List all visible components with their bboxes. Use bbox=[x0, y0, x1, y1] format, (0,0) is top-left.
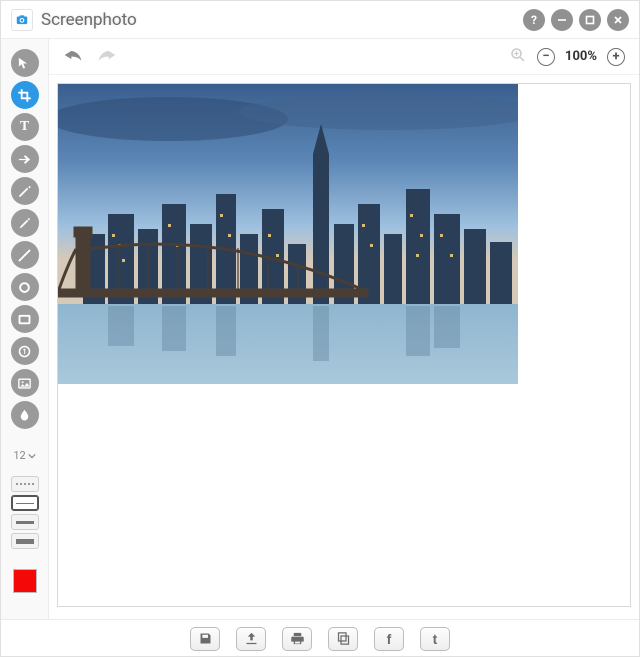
print-button[interactable] bbox=[282, 627, 312, 651]
zoom-controls: − 100% + bbox=[509, 46, 625, 68]
save-button[interactable] bbox=[190, 627, 220, 651]
twitter-share-button[interactable]: t bbox=[420, 627, 450, 651]
stroke-medium[interactable] bbox=[11, 514, 39, 530]
rectangle-tool[interactable] bbox=[11, 305, 39, 333]
stroke-thick[interactable] bbox=[11, 533, 39, 549]
zoom-in-button[interactable]: + bbox=[607, 48, 625, 66]
image-tool[interactable] bbox=[11, 369, 39, 397]
close-button[interactable] bbox=[607, 9, 629, 31]
undo-button[interactable] bbox=[63, 46, 83, 67]
crop-tool[interactable] bbox=[11, 81, 39, 109]
size-select[interactable]: 12 bbox=[13, 449, 35, 462]
screenshot-image bbox=[58, 84, 518, 384]
number-stamp-tool[interactable]: 1 bbox=[11, 337, 39, 365]
pencil-tool[interactable] bbox=[11, 177, 39, 205]
titlebar: Screenphoto ? bbox=[1, 1, 639, 39]
tool-sidebar: T 1 12 bbox=[1, 39, 49, 619]
maximize-button[interactable] bbox=[579, 9, 601, 31]
pointer-tool[interactable] bbox=[11, 49, 39, 77]
top-toolbar: − 100% + bbox=[49, 39, 639, 75]
canvas-wrap bbox=[49, 75, 639, 619]
content-area: − 100% + bbox=[49, 39, 639, 619]
stroke-options bbox=[11, 476, 39, 549]
app-title: Screenphoto bbox=[41, 10, 137, 30]
svg-text:1: 1 bbox=[23, 348, 27, 356]
chevron-down-icon bbox=[28, 452, 36, 460]
ellipse-tool[interactable] bbox=[11, 273, 39, 301]
app-logo-icon bbox=[11, 9, 33, 31]
line-tool[interactable] bbox=[11, 241, 39, 269]
zoom-level: 100% bbox=[565, 49, 597, 64]
canvas-frame[interactable] bbox=[57, 83, 631, 607]
minimize-button[interactable] bbox=[551, 9, 573, 31]
stroke-thin[interactable] bbox=[11, 495, 39, 511]
blur-tool[interactable] bbox=[11, 401, 39, 429]
upload-button[interactable] bbox=[236, 627, 266, 651]
stroke-dotted[interactable] bbox=[11, 476, 39, 492]
help-button[interactable]: ? bbox=[523, 9, 545, 31]
main-area: T 1 12 bbox=[1, 39, 639, 619]
size-value: 12 bbox=[13, 449, 25, 462]
bottom-bar: f t bbox=[1, 619, 639, 657]
arrow-tool[interactable] bbox=[11, 145, 39, 173]
zoom-out-button[interactable]: − bbox=[537, 48, 555, 66]
redo-button[interactable] bbox=[97, 46, 117, 67]
marker-tool[interactable] bbox=[11, 209, 39, 237]
facebook-share-button[interactable]: f bbox=[374, 627, 404, 651]
copy-button[interactable] bbox=[328, 627, 358, 651]
text-tool[interactable]: T bbox=[11, 113, 39, 141]
zoom-fit-icon[interactable] bbox=[509, 46, 527, 68]
color-swatch[interactable] bbox=[13, 569, 37, 593]
